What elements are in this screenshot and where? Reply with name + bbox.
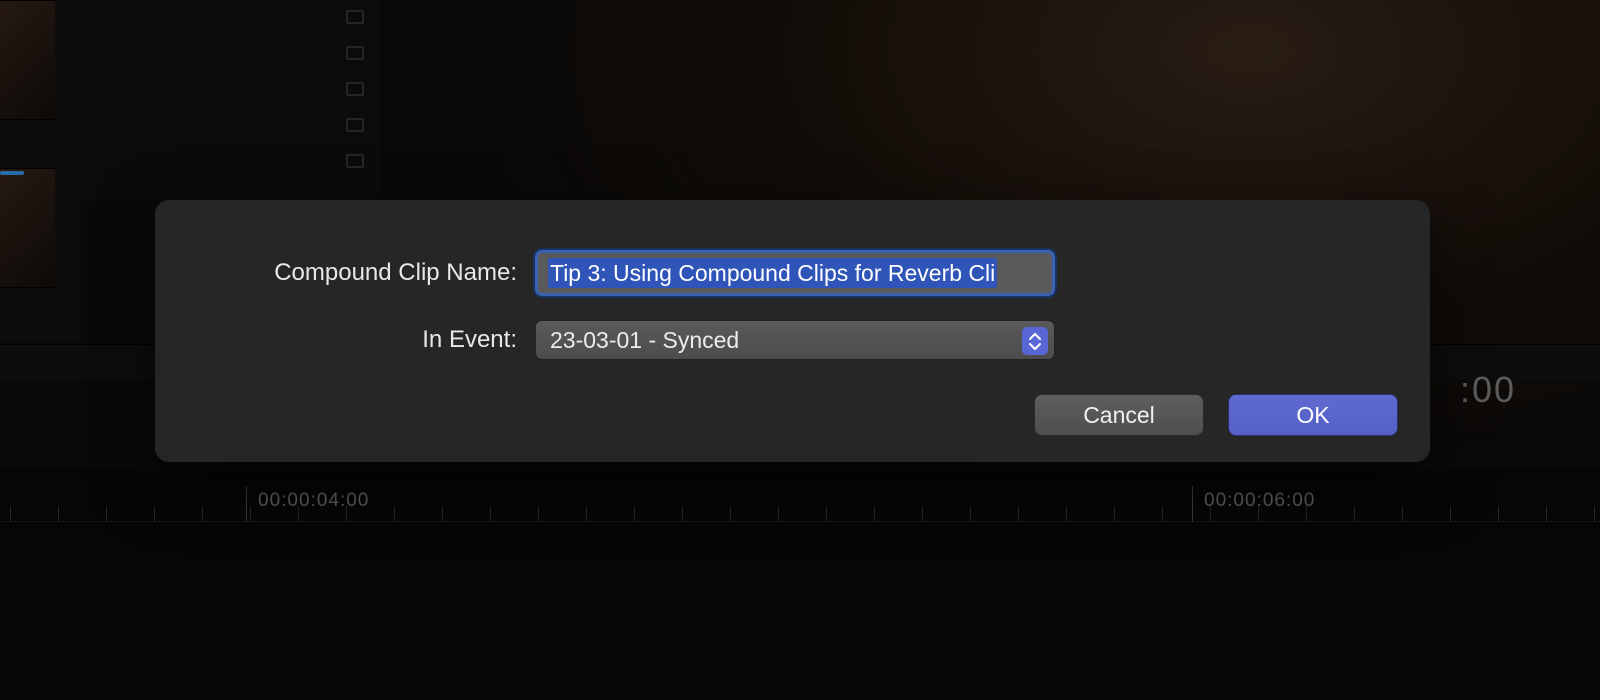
cancel-button[interactable]: Cancel bbox=[1034, 394, 1204, 436]
clip-name-label: Compound Clip Name: bbox=[155, 259, 535, 287]
updown-chevron-icon bbox=[1022, 327, 1048, 355]
in-event-label: In Event: bbox=[155, 326, 535, 354]
ok-button[interactable]: OK bbox=[1228, 394, 1398, 436]
new-compound-clip-dialog: Compound Clip Name: Tip 3: Using Compoun… bbox=[155, 200, 1430, 462]
in-event-select[interactable]: 23-03-01 - Synced bbox=[535, 320, 1055, 360]
dialog-button-row: Cancel OK bbox=[1034, 394, 1398, 436]
clip-name-selected-text: Tip 3: Using Compound Clips for Reverb C… bbox=[548, 258, 997, 288]
clip-name-input[interactable]: Tip 3: Using Compound Clips for Reverb C… bbox=[535, 250, 1055, 296]
in-event-value: 23-03-01 - Synced bbox=[550, 327, 739, 354]
